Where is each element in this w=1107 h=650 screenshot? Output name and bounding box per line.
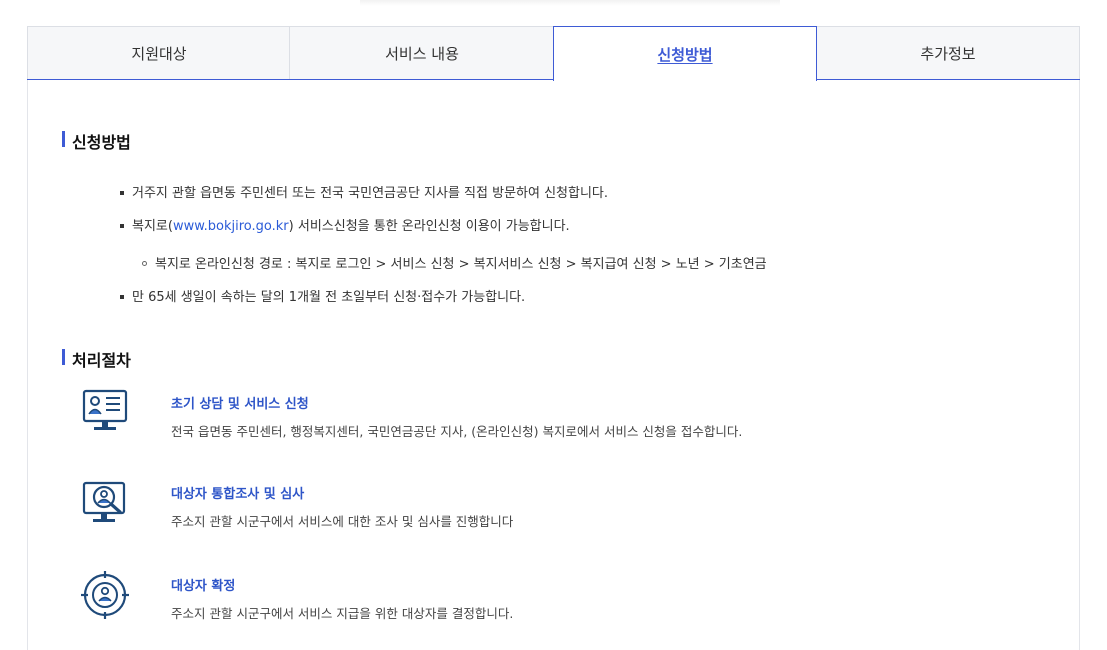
list-item: 만 65세 생일이 속하는 달의 1개월 전 초일부터 신청·접수가 가능합니다…	[120, 286, 525, 305]
tab-label: 추가정보	[920, 44, 976, 63]
sub-list-item: 복지로 온라인신청 경로 : 복지로 로그인 > 서비스 신청 > 복지서비스 …	[142, 253, 767, 272]
section-title-apply: 신청방법	[62, 129, 131, 153]
top-shadow	[360, 0, 780, 6]
step-title: 초기 상담 및 서비스 신청	[171, 397, 309, 412]
tab-label: 지원대상	[131, 44, 187, 63]
tab-label: 신청방법	[657, 45, 713, 64]
bullet-text: 거주지 관할 읍면동 주민센터 또는 전국 국민연금공단 지사를 직접 방문하여…	[132, 186, 609, 201]
bullet-text: 만 65세 생일이 속하는 달의 1개월 전 초일부터 신청·접수가 가능합니다…	[132, 290, 526, 305]
square-bullet-icon	[120, 294, 124, 299]
step-desc: 주소지 관할 시군구에서 서비스에 대한 조사 및 심사를 진행합니다	[171, 514, 514, 529]
tab-additional-info[interactable]: 추가정보	[816, 26, 1080, 80]
bokjiro-link[interactable]: www.bokjiro.go.kr	[173, 219, 289, 234]
investigation-magnifier-icon	[82, 481, 126, 522]
tab-bar: 지원대상 서비스 내용 추가정보 신청방법	[27, 26, 1080, 81]
step-desc: 전국 읍면동 주민센터, 행정복지센터, 국민연금공단 지사, (온라인신청) …	[171, 424, 743, 439]
circle-bullet-icon	[142, 261, 147, 266]
tab-application-method[interactable]: 신청방법	[553, 26, 817, 81]
tab-service-content[interactable]: 서비스 내용	[289, 26, 554, 80]
bullet-text: ) 서비스신청을 통한 온라인신청 이용이 가능합니다.	[288, 219, 570, 234]
square-bullet-icon	[120, 190, 124, 195]
step-desc: 주소지 관할 시군구에서 서비스 지급을 위한 대상자를 결정합니다.	[171, 606, 514, 621]
section-title-process: 처리절차	[62, 347, 131, 371]
tab-label: 서비스 내용	[385, 44, 459, 63]
tab-eligibility[interactable]: 지원대상	[27, 26, 290, 80]
sub-bullet-text: 복지로 온라인신청 경로 : 복지로 로그인 > 서비스 신청 > 복지서비스 …	[155, 257, 767, 272]
step-title: 대상자 확정	[171, 579, 236, 594]
bullet-text: 복지로(	[132, 219, 173, 234]
step-title: 대상자 통합조사 및 심사	[171, 487, 305, 502]
square-bullet-icon	[120, 223, 124, 228]
list-item: 복지로(www.bokjiro.go.kr) 서비스신청을 통한 온라인신청 이…	[120, 215, 570, 234]
list-item: 거주지 관할 읍면동 주민센터 또는 전국 국민연금공단 지사를 직접 방문하여…	[120, 182, 608, 201]
target-person-icon	[81, 571, 129, 619]
content-panel	[27, 80, 1080, 650]
consultation-monitor-icon	[82, 389, 128, 430]
